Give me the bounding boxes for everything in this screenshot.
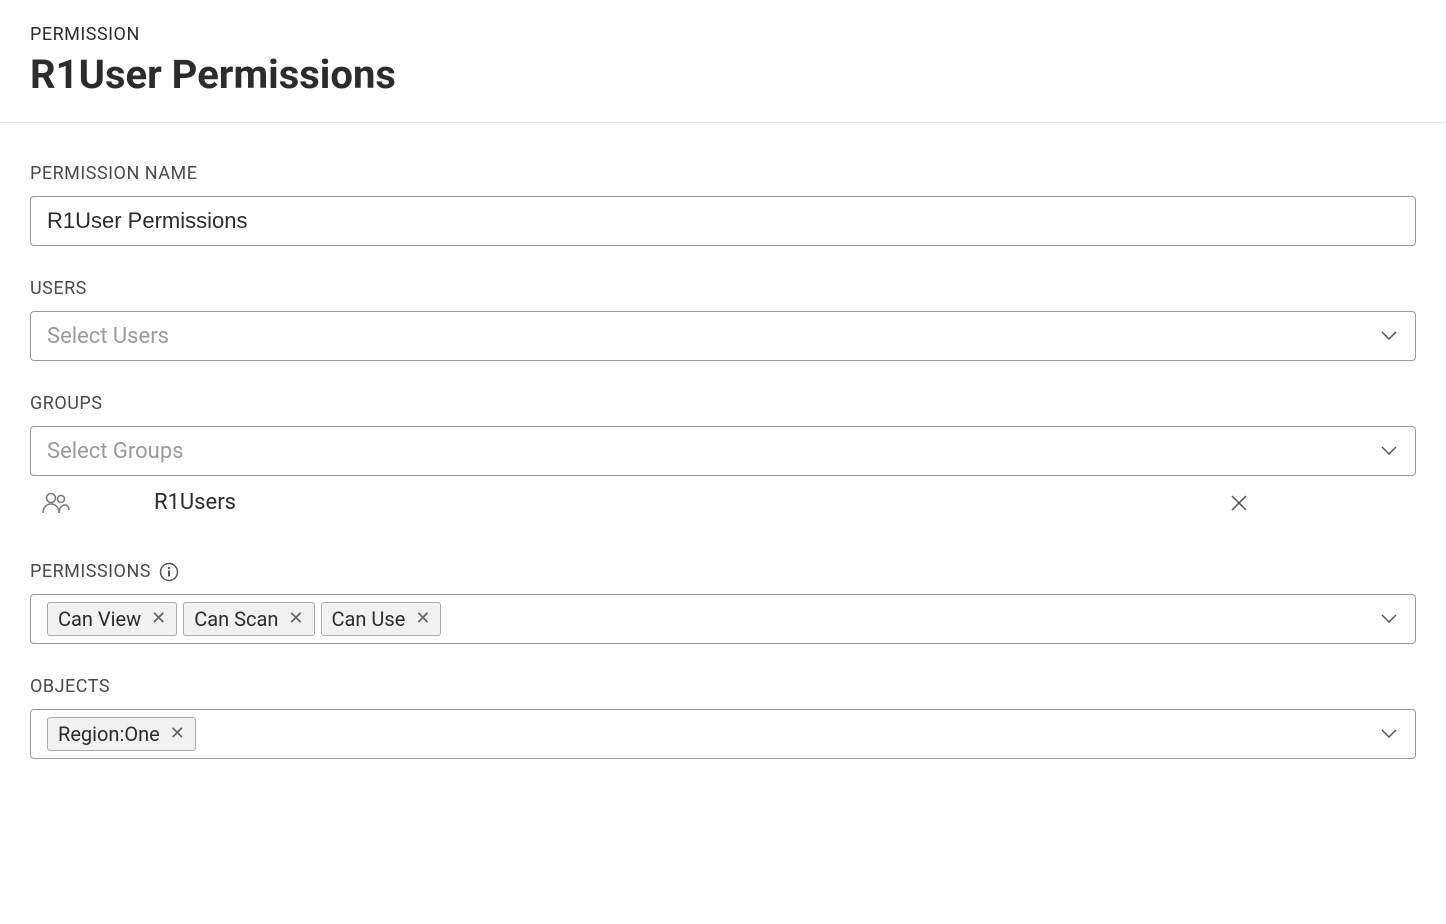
objects-select[interactable]: Region:One ✕ [30,709,1416,759]
group-name: R1Users [154,490,236,515]
info-icon[interactable] [159,562,179,582]
close-icon[interactable]: ✕ [151,610,166,628]
users-select[interactable]: Select Users [30,311,1416,361]
object-tag: Region:One ✕ [47,717,196,751]
objects-field: OBJECTS Region:One ✕ [30,676,1416,759]
permission-tag: Can Scan ✕ [183,602,314,636]
chevron-down-icon [1381,729,1397,739]
permission-tag: Can View ✕ [47,602,177,636]
tag-label: Can View [58,607,141,631]
header-eyebrow: PERMISSION [30,24,1416,45]
close-icon[interactable]: ✕ [170,725,185,743]
permission-name-field: PERMISSION NAME [30,163,1416,246]
users-placeholder: Select Users [47,324,169,349]
permissions-tags: Can View ✕ Can Scan ✕ Can Use ✕ [47,602,1371,636]
objects-label: OBJECTS [30,676,1416,697]
close-icon[interactable]: ✕ [415,610,430,628]
objects-tags: Region:One ✕ [47,717,1371,751]
chevron-down-icon [1381,331,1397,341]
users-label: USERS [30,278,1416,299]
groups-placeholder: Select Groups [47,439,184,464]
permissions-label: PERMISSIONS [30,561,1416,582]
page-header: PERMISSION R1User Permissions [0,0,1446,123]
chevron-down-icon [1381,446,1397,456]
chevron-down-icon [1381,614,1397,624]
users-group-icon [42,492,70,514]
form-container: PERMISSION NAME USERS Select Users GROUP… [0,123,1446,831]
tag-label: Can Use [332,607,406,631]
group-item: R1Users [30,476,1416,529]
remove-group-button[interactable] [1230,494,1248,512]
groups-select[interactable]: Select Groups [30,426,1416,476]
permissions-label-text: PERMISSIONS [30,561,151,582]
permissions-field: PERMISSIONS Can View ✕ Can Scan ✕ [30,561,1416,644]
groups-label: GROUPS [30,393,1416,414]
permission-tag: Can Use ✕ [321,602,442,636]
permission-name-input[interactable] [30,196,1416,246]
tag-label: Can Scan [194,607,278,631]
users-field: USERS Select Users [30,278,1416,361]
groups-field: GROUPS Select Groups R1Users [30,393,1416,529]
close-icon[interactable]: ✕ [288,610,303,628]
permission-name-label: PERMISSION NAME [30,163,1416,184]
tag-label: Region:One [58,722,160,746]
permissions-select[interactable]: Can View ✕ Can Scan ✕ Can Use ✕ [30,594,1416,644]
page-title: R1User Permissions [30,51,1416,98]
